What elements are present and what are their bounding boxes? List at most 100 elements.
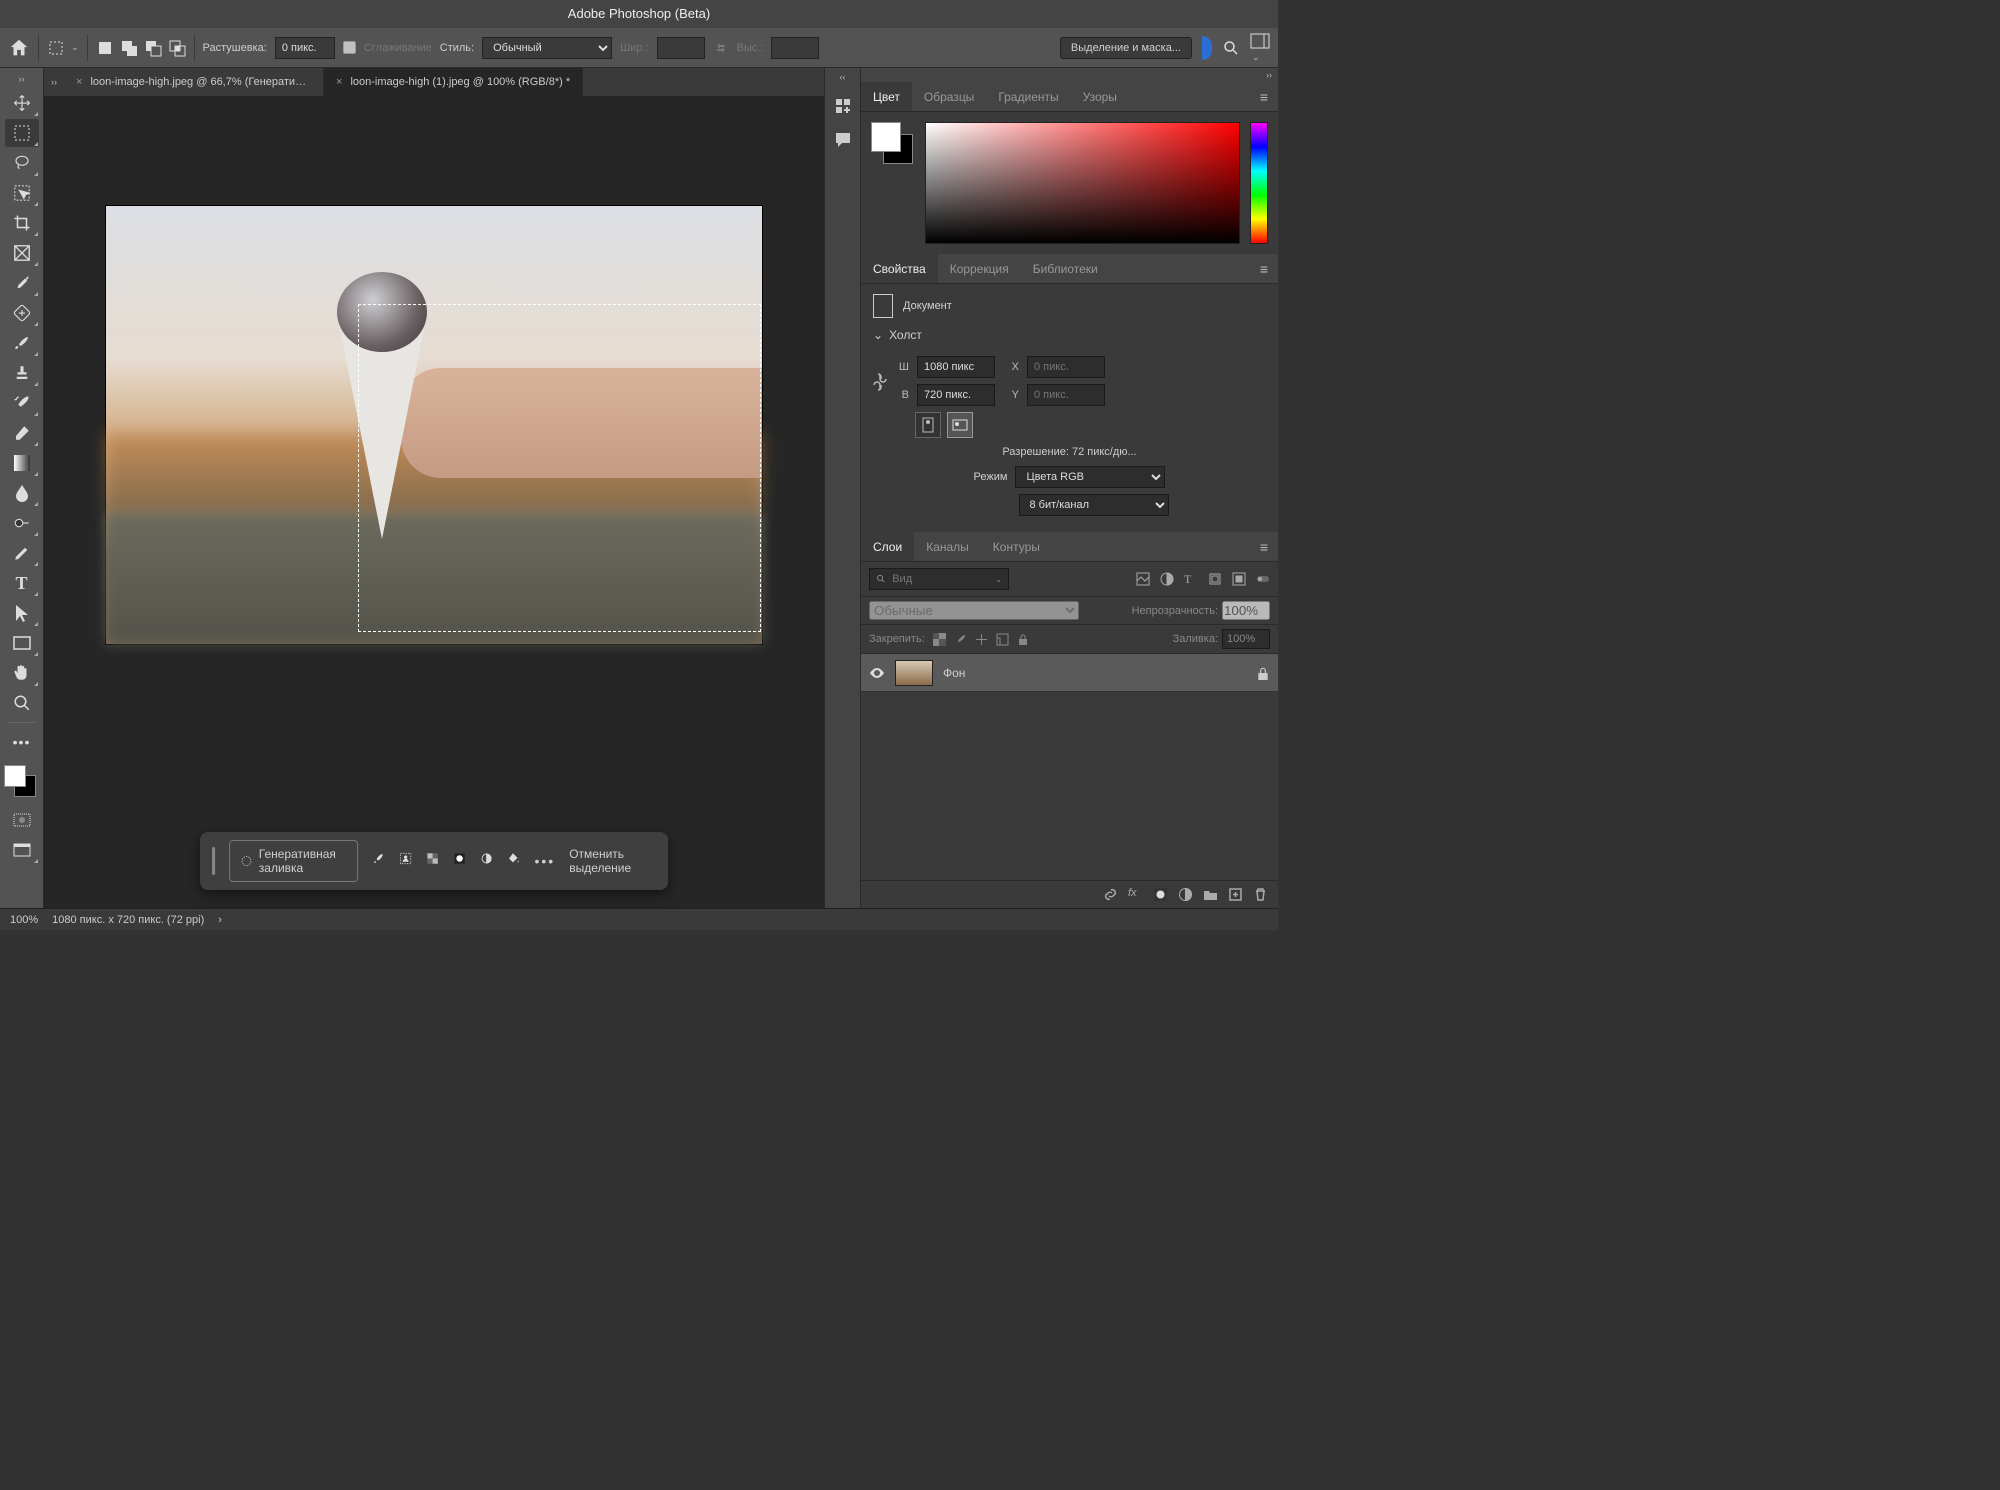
lock-transparency-icon[interactable] bbox=[933, 633, 946, 646]
filter-smart-icon[interactable] bbox=[1232, 572, 1246, 586]
remove-bg-icon[interactable] bbox=[426, 852, 439, 870]
gradient-tool[interactable] bbox=[5, 449, 39, 477]
document-tab-0[interactable]: × loon-image-high.jpeg @ 66,7% (Генерати… bbox=[64, 68, 324, 96]
marquee-selection[interactable] bbox=[358, 304, 761, 632]
column-expand-icon[interactable]: ‹‹ bbox=[840, 72, 846, 82]
select-subject-icon[interactable] bbox=[399, 852, 412, 870]
tab-properties[interactable]: Свойства bbox=[861, 254, 938, 283]
selection-new-icon[interactable] bbox=[96, 39, 114, 57]
edit-toolbar-icon[interactable]: ••• bbox=[5, 728, 39, 756]
filter-type-icon[interactable]: T bbox=[1184, 572, 1198, 586]
tab-channels[interactable]: Каналы bbox=[914, 532, 981, 561]
tool-preset-dropdown[interactable]: ⌄ bbox=[47, 39, 79, 57]
lock-icon[interactable] bbox=[1256, 666, 1270, 680]
delete-layer-icon[interactable] bbox=[1253, 887, 1268, 902]
tab-layers[interactable]: Слои bbox=[861, 532, 914, 561]
canvas-height-input[interactable] bbox=[917, 384, 995, 406]
deselect-button[interactable]: Отменить выделение bbox=[569, 847, 656, 875]
canvas-section-header[interactable]: ⌄ Холст bbox=[873, 328, 1266, 342]
selection-intersect-icon[interactable] bbox=[168, 39, 186, 57]
layer-filter-input[interactable] bbox=[886, 568, 995, 590]
filter-pixel-icon[interactable] bbox=[1136, 572, 1150, 586]
stamp-tool[interactable] bbox=[5, 359, 39, 387]
panel-menu-icon[interactable]: ≡ bbox=[1256, 261, 1272, 277]
saturation-box[interactable] bbox=[925, 122, 1240, 244]
tab-patterns[interactable]: Узоры bbox=[1071, 82, 1129, 111]
hand-tool[interactable] bbox=[5, 659, 39, 687]
orientation-landscape-icon[interactable] bbox=[947, 412, 973, 438]
libraries-icon[interactable] bbox=[833, 96, 853, 116]
healing-tool[interactable] bbox=[5, 299, 39, 327]
chevron-right-icon[interactable]: › bbox=[218, 914, 222, 926]
eraser-tool[interactable] bbox=[5, 419, 39, 447]
lock-nested-icon[interactable] bbox=[996, 633, 1009, 646]
mask-icon[interactable] bbox=[453, 852, 466, 870]
selection-add-icon[interactable] bbox=[120, 39, 138, 57]
tab-paths[interactable]: Контуры bbox=[981, 532, 1052, 561]
marquee-tool[interactable] bbox=[5, 119, 39, 147]
tab-color[interactable]: Цвет bbox=[861, 82, 912, 111]
lasso-tool[interactable] bbox=[5, 149, 39, 177]
generative-fill-button[interactable]: Генеративная заливка bbox=[229, 840, 359, 882]
selection-subtract-icon[interactable] bbox=[144, 39, 162, 57]
orientation-portrait-icon[interactable] bbox=[915, 412, 941, 438]
rectangle-tool[interactable] bbox=[5, 629, 39, 657]
new-layer-icon[interactable] bbox=[1228, 887, 1243, 902]
screen-mode-icon[interactable] bbox=[5, 836, 39, 864]
lock-all-icon[interactable] bbox=[1017, 633, 1029, 646]
document-image[interactable] bbox=[106, 206, 762, 644]
color-swatch-picker[interactable] bbox=[871, 122, 915, 166]
lock-position-icon[interactable] bbox=[975, 633, 988, 646]
history-brush-tool[interactable] bbox=[5, 389, 39, 417]
visibility-icon[interactable] bbox=[869, 665, 885, 681]
quick-mask-icon[interactable] bbox=[5, 806, 39, 834]
layer-row[interactable]: Фон bbox=[861, 654, 1278, 692]
more-options-icon[interactable]: ••• bbox=[534, 853, 555, 869]
link-layers-icon[interactable] bbox=[1103, 887, 1118, 902]
canvas-x-input[interactable] bbox=[1027, 356, 1105, 378]
object-selection-tool[interactable] bbox=[5, 179, 39, 207]
type-tool[interactable]: T bbox=[5, 569, 39, 597]
move-tool[interactable] bbox=[5, 89, 39, 117]
color-swatches[interactable] bbox=[4, 765, 40, 805]
layer-fx-icon[interactable]: fx bbox=[1128, 887, 1143, 902]
close-tab-icon[interactable]: × bbox=[76, 76, 82, 88]
lock-image-icon[interactable] bbox=[954, 633, 967, 646]
layer-name[interactable]: Фон bbox=[943, 666, 965, 680]
select-and-mask-button[interactable]: Выделение и маска... bbox=[1060, 37, 1192, 59]
zoom-level[interactable]: 100% bbox=[10, 914, 38, 926]
blur-tool[interactable] bbox=[5, 479, 39, 507]
panels-collapse-icon[interactable]: ›› bbox=[1266, 70, 1272, 80]
layer-filter-select[interactable]: ⌄ bbox=[869, 568, 1009, 590]
tab-gradients[interactable]: Градиенты bbox=[986, 82, 1070, 111]
style-select[interactable]: Обычный bbox=[482, 37, 612, 59]
color-mode-select[interactable]: Цвета RGB bbox=[1015, 466, 1165, 488]
close-tab-icon[interactable]: × bbox=[336, 76, 342, 88]
workspace-switcher-icon[interactable]: ⌄ bbox=[1250, 33, 1270, 63]
toolbar-expand-icon[interactable]: ›› bbox=[19, 74, 25, 88]
tab-swatches[interactable]: Образцы bbox=[912, 82, 986, 111]
zoom-tool[interactable] bbox=[5, 689, 39, 717]
hue-slider[interactable] bbox=[1250, 122, 1268, 244]
canvas-width-input[interactable] bbox=[917, 356, 995, 378]
eyedropper-tool[interactable] bbox=[5, 269, 39, 297]
dodge-tool[interactable] bbox=[5, 509, 39, 537]
canvas-y-input[interactable] bbox=[1027, 384, 1105, 406]
canvas-viewport[interactable]: Генеративная заливка ••• Отменить выделе… bbox=[44, 96, 824, 908]
brush-small-icon[interactable] bbox=[372, 852, 385, 870]
tab-libraries[interactable]: Библиотеки bbox=[1021, 254, 1110, 283]
panel-menu-icon[interactable]: ≡ bbox=[1256, 539, 1272, 555]
tabs-expand-icon[interactable]: ›› bbox=[44, 68, 64, 96]
link-wh-icon[interactable] bbox=[873, 372, 887, 392]
home-icon[interactable] bbox=[8, 37, 30, 59]
frame-tool[interactable] bbox=[5, 239, 39, 267]
path-selection-tool[interactable] bbox=[5, 599, 39, 627]
layer-thumbnail[interactable] bbox=[895, 660, 933, 686]
pen-tool[interactable] bbox=[5, 539, 39, 567]
fill-bucket-icon[interactable] bbox=[507, 852, 520, 870]
feather-input[interactable] bbox=[275, 37, 335, 59]
layer-mask-icon[interactable] bbox=[1153, 887, 1168, 902]
brush-tool[interactable] bbox=[5, 329, 39, 357]
filter-adjust-icon[interactable] bbox=[1160, 572, 1174, 586]
adjustment-layer-icon[interactable] bbox=[1178, 887, 1193, 902]
